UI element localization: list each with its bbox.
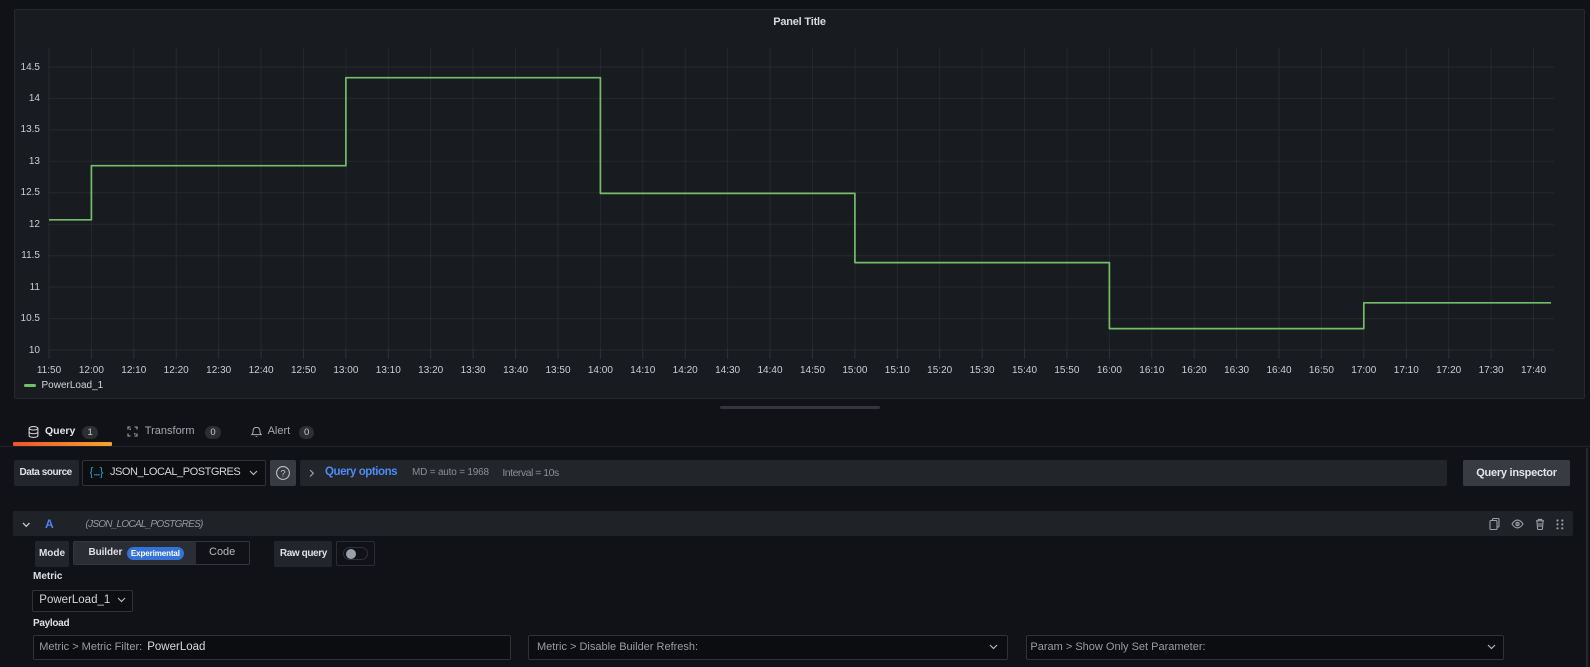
svg-text:}: } — [99, 466, 103, 477]
svg-text:?: ? — [280, 468, 285, 479]
svg-text:{: { — [90, 466, 94, 477]
